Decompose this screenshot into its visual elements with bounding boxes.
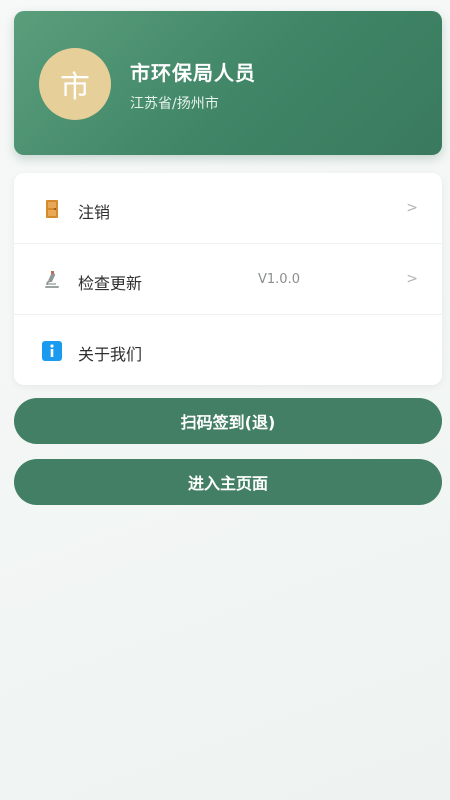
menu-label-about-us: 关于我们 [78, 345, 143, 364]
info-icon [42, 341, 62, 361]
chevron-right-icon: > [406, 271, 418, 287]
scan-checkin-button[interactable]: 扫码签到(退) [14, 398, 442, 444]
avatar-initial: 市 [60, 70, 90, 105]
menu-item-about-us[interactable]: 关于我们 [14, 315, 442, 385]
chevron-right-icon: > [406, 200, 418, 216]
profile-name: 市环保局人员 [130, 61, 256, 85]
profile-card: 市 市环保局人员 江苏省/扬州市 [14, 11, 442, 155]
menu-item-logout[interactable]: 注销 > [14, 173, 442, 244]
menu-list: 注销 > 检查更新 V1.0.0 > 关于我们 [14, 173, 442, 385]
profile-location: 江苏省/扬州市 [130, 96, 219, 112]
menu-label-logout: 注销 [78, 203, 111, 222]
version-text: V1.0.0 [258, 272, 300, 287]
avatar: 市 [39, 48, 111, 120]
door-icon [42, 199, 62, 219]
enter-home-button[interactable]: 进入主页面 [14, 459, 442, 505]
menu-item-check-update[interactable]: 检查更新 V1.0.0 > [14, 244, 442, 315]
microscope-icon [42, 270, 62, 290]
menu-label-check-update: 检查更新 [78, 274, 143, 293]
